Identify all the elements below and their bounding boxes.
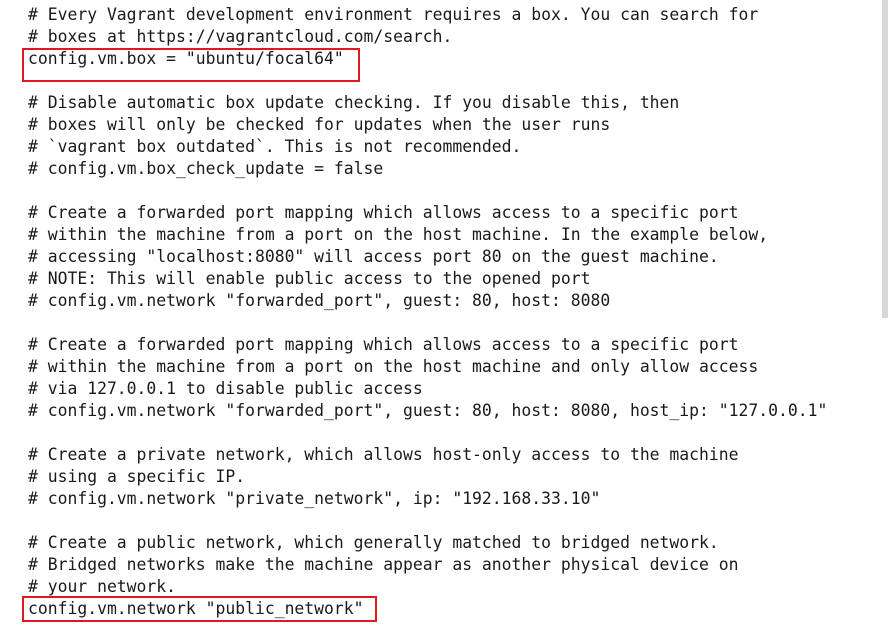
code-line-comment: # Create a forwarded port mapping which … [28, 335, 739, 354]
code-line-comment: # within the machine from a port on the … [28, 225, 769, 244]
scrollbar-thumb[interactable] [882, 0, 888, 318]
code-line-comment: # Every Vagrant development environment … [28, 5, 759, 24]
code-line-comment: # boxes at https://vagrantcloud.com/sear… [28, 27, 453, 46]
code-line-network-setting: config.vm.network "public_network" [28, 599, 364, 618]
code-line-comment: # Create a public network, which general… [28, 533, 719, 552]
code-line-comment: # Bridged networks make the machine appe… [28, 555, 739, 574]
code-line-box-setting: config.vm.box = "ubuntu/focal64" [28, 49, 344, 68]
code-editor[interactable]: # Every Vagrant development environment … [0, 0, 888, 626]
code-line-comment: # accessing "localhost:8080" will access… [28, 247, 719, 266]
code-line-comment: # Disable automatic box update checking.… [28, 93, 680, 112]
code-line-comment: # your network. [28, 577, 177, 596]
code-line-comment: # config.vm.network "forwarded_port", gu… [28, 291, 611, 310]
code-line-comment: # via 127.0.0.1 to disable public access [28, 379, 423, 398]
code-line-comment: # boxes will only be checked for updates… [28, 115, 611, 134]
code-line-comment: # `vagrant box outdated`. This is not re… [28, 137, 522, 156]
code-line-comment: # NOTE: This will enable public access t… [28, 269, 591, 288]
code-line-comment: # Create a private network, which allows… [28, 445, 739, 464]
code-line-comment: # using a specific IP. [28, 467, 246, 486]
code-line-comment: # config.vm.network "forwarded_port", gu… [28, 401, 828, 420]
code-line-comment: # config.vm.box_check_update = false [28, 159, 384, 178]
vertical-scrollbar[interactable] [882, 0, 888, 626]
code-block[interactable]: # Every Vagrant development environment … [28, 4, 827, 620]
code-line-comment: # within the machine from a port on the … [28, 357, 759, 376]
code-line-comment: # config.vm.network "private_network", i… [28, 489, 601, 508]
code-line-comment: # Create a forwarded port mapping which … [28, 203, 739, 222]
